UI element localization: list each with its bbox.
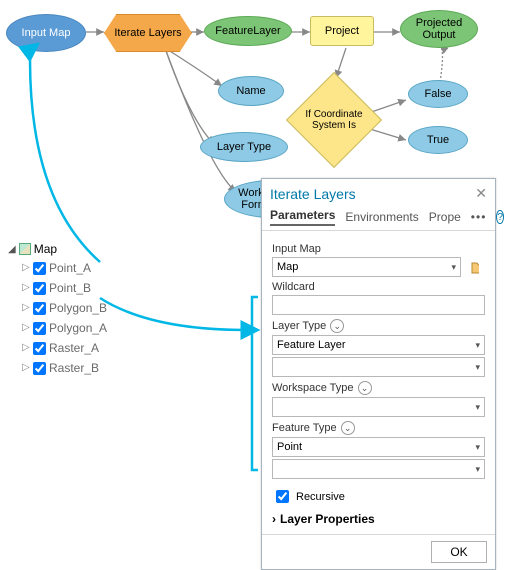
layer-visibility-checkbox[interactable] [33,262,46,275]
recursive-row: Recursive [272,487,485,506]
panel-footer: OK [262,534,495,569]
ok-button[interactable]: OK [431,541,487,563]
layer-visibility-checkbox[interactable] [33,322,46,335]
node-iterate-layers[interactable]: Iterate Layers [104,14,192,52]
toc-layer-label: Raster_B [49,358,99,378]
toc-layer-item[interactable]: ▷ Raster_A [22,338,128,358]
toc-layer-label: Point_B [49,278,91,298]
toc-layer-item[interactable]: ▷ Polygon_B [22,298,128,318]
label-workspace-type: Workspace Type ⌄ [272,381,485,395]
expand-icon: ▷ [22,338,30,358]
node-false[interactable]: False [408,80,468,108]
layer-properties-label: Layer Properties [280,512,375,526]
map-icon [19,243,31,255]
chevron-down-icon: ▾ [475,362,480,373]
panel-titlebar: Iterate Layers ✕ [262,179,495,208]
node-project[interactable]: Project [310,16,374,46]
node-true[interactable]: True [408,126,468,154]
layer-visibility-checkbox[interactable] [33,342,46,355]
toc-root-label: Map [34,242,57,256]
layer-visibility-checkbox[interactable] [33,302,46,315]
tab-environments[interactable]: Environments [345,210,418,224]
panel-title-text: Iterate Layers [270,186,356,202]
toc-panel: ◢ Map ▷ Point_A ▷ Point_B ▷ Polygon_B ▷ Poly… [8,242,128,378]
toc-layer-label: Polygon_B [49,298,107,318]
feature-type-dropdown[interactable]: Point▾ [272,437,485,457]
node-input-map[interactable]: Input Map [6,14,86,52]
node-if-coordinate-system-is[interactable]: If Coordinate System Is [286,72,382,168]
chevron-down-icon: ▾ [475,340,480,351]
layer-properties-expander[interactable]: › Layer Properties [272,512,485,526]
input-map-dropdown[interactable]: Map▾ [272,257,461,277]
layer-type-extra-dropdown[interactable]: ▾ [272,357,485,377]
toc-layer-label: Point_A [49,258,91,278]
chevron-down-icon: ▾ [475,402,480,413]
panel-tabs: Parameters Environments Prope ••• ? [262,208,495,231]
recursive-label: Recursive [296,491,345,503]
chevron-down-icon[interactable]: ⌄ [358,381,372,395]
label-feature-type: Feature Type ⌄ [272,421,485,435]
collapse-icon: ◢ [8,244,16,255]
wildcard-input[interactable] [272,295,485,315]
tab-properties[interactable]: Prope [429,210,461,224]
expand-icon: ▷ [22,298,30,318]
close-icon[interactable]: ✕ [475,185,487,202]
node-name[interactable]: Name [218,76,284,106]
chevron-down-icon: ▾ [475,464,480,475]
toc-layer-label: Polygon_A [49,318,107,338]
expand-icon: ▷ [22,318,30,338]
chevron-right-icon: › [272,512,276,526]
toc-layer-item[interactable]: ▷ Polygon_A [22,318,128,338]
expand-icon: ▷ [22,358,30,378]
layer-type-dropdown[interactable]: Feature Layer▾ [272,335,485,355]
chevron-down-icon[interactable]: ⌄ [341,421,355,435]
recursive-checkbox[interactable] [276,490,289,503]
expand-icon: ▷ [22,278,30,298]
expand-icon: ▷ [22,258,30,278]
browse-button[interactable] [465,257,485,277]
toc-root-map[interactable]: ◢ Map [8,242,128,256]
node-layer-type[interactable]: Layer Type [200,132,288,162]
layer-visibility-checkbox[interactable] [33,362,46,375]
toc-layer-item[interactable]: ▷ Point_A [22,258,128,278]
help-icon[interactable]: ? [496,210,504,224]
toc-layer-item[interactable]: ▷ Point_B [22,278,128,298]
chevron-down-icon: ▾ [451,262,456,273]
toc-layer-item[interactable]: ▷ Raster_B [22,358,128,378]
panel-body: Input Map Map▾ Wildcard Layer Type ⌄ Fea… [262,231,495,534]
node-feature-layer[interactable]: FeatureLayer [204,16,292,46]
layer-visibility-checkbox[interactable] [33,282,46,295]
node-projected-output[interactable]: Projected Output [400,10,478,48]
toc-layer-label: Raster_A [49,338,99,358]
folder-icon [471,260,479,274]
label-input-map: Input Map [272,243,485,255]
chevron-down-icon[interactable]: ⌄ [330,319,344,333]
workspace-type-dropdown[interactable]: ▾ [272,397,485,417]
label-wildcard: Wildcard [272,281,485,293]
label-layer-type: Layer Type ⌄ [272,319,485,333]
toc-layer-list: ▷Point_A ▷Point_B ▷Polygon_B ▷Polygon_A … [22,258,128,378]
tabs-overflow-icon[interactable]: ••• [471,210,487,224]
chevron-down-icon: ▾ [475,442,480,453]
iterate-layers-panel: Iterate Layers ✕ Parameters Environments… [261,178,496,570]
tab-parameters[interactable]: Parameters [270,208,335,226]
feature-type-extra-dropdown[interactable]: ▾ [272,459,485,479]
